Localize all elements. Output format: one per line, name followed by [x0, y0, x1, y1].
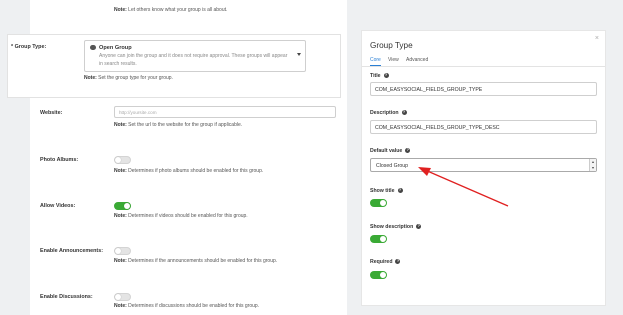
announcements-label: Enable Announcements:: [40, 248, 103, 254]
show-description-toggle[interactable]: [370, 235, 387, 243]
discussions-note: Note: Determines if discussions should b…: [114, 303, 260, 309]
help-icon[interactable]: ?: [397, 188, 403, 193]
help-icon[interactable]: ?: [395, 259, 401, 264]
globe-icon: [90, 44, 96, 50]
title-field-label: Title?: [370, 73, 389, 79]
required-toggle[interactable]: [370, 271, 387, 279]
field-settings-panel: × Group Type Core View Advanced Title? C…: [361, 30, 606, 306]
toggle-knob: [380, 200, 386, 206]
panel-title: Group Type: [370, 41, 413, 50]
allow-videos-label: Allow Videos:: [40, 203, 76, 209]
toggle-knob: [115, 294, 121, 300]
group-type-select[interactable]: Open Group Anyone can join the group and…: [84, 40, 306, 72]
website-input[interactable]: http://yoursite.com: [114, 106, 336, 118]
toggle-knob: [380, 272, 386, 278]
website-note: Note: Set the url to the website for the…: [114, 122, 243, 128]
help-icon[interactable]: ?: [383, 73, 389, 78]
toggle-knob: [124, 203, 130, 209]
help-icon[interactable]: ?: [405, 148, 411, 153]
discussions-label: Enable Discussions:: [40, 294, 93, 300]
show-description-label: Show description?: [370, 224, 422, 230]
description-field-label: Description?: [370, 110, 407, 116]
show-title-toggle[interactable]: [370, 199, 387, 207]
group-type-selected-title: Open Group: [99, 45, 132, 51]
required-label: Required?: [370, 259, 401, 265]
website-label: Website:: [40, 110, 63, 116]
allow-videos-toggle[interactable]: [114, 202, 131, 210]
photo-albums-note: Note: Determines if photo albums should …: [114, 168, 264, 174]
description-note: Note: Let others know what your group is…: [114, 7, 228, 13]
announcements-note: Note: Determines if the announcements sh…: [114, 258, 278, 264]
default-value-label: Default value?: [370, 148, 411, 154]
group-type-label: * Group Type:: [11, 44, 47, 50]
show-title-label: Show title?: [370, 188, 403, 194]
tab-core[interactable]: Core: [370, 57, 381, 66]
default-value-select[interactable]: Closed Group ▴ ▾: [370, 158, 597, 172]
help-icon[interactable]: ?: [401, 110, 407, 115]
close-icon[interactable]: ×: [595, 35, 599, 42]
chevron-down-icon[interactable]: [297, 53, 301, 56]
tab-view[interactable]: View: [388, 57, 399, 63]
chevron-updown-icon[interactable]: ▴ ▾: [589, 159, 596, 171]
page: Note: Let others know what your group is…: [0, 0, 623, 315]
group-type-note: Note: Set the group type for your group.: [84, 75, 173, 81]
panel-tabs: Core View Advanced: [362, 57, 605, 67]
description-input[interactable]: COM_EASYSOCIAL_FIELDS_GROUP_TYPE_DESC: [370, 120, 597, 134]
photo-albums-toggle[interactable]: [114, 156, 131, 164]
group-type-row: * Group Type: Open Group Anyone can join…: [7, 34, 341, 98]
allow-videos-note: Note: Determines if videos should be ena…: [114, 213, 248, 219]
title-input[interactable]: COM_EASYSOCIAL_FIELDS_GROUP_TYPE: [370, 82, 597, 96]
toggle-knob: [115, 248, 121, 254]
tab-advanced[interactable]: Advanced: [406, 57, 428, 63]
group-type-selected-desc: Anyone can join the group and it does no…: [99, 53, 288, 67]
announcements-toggle[interactable]: [114, 247, 131, 255]
help-icon[interactable]: ?: [416, 224, 422, 229]
default-value-text: Closed Group: [376, 163, 409, 169]
toggle-knob: [115, 157, 121, 163]
photo-albums-label: Photo Albums:: [40, 157, 79, 163]
toggle-knob: [380, 236, 386, 242]
discussions-toggle[interactable]: [114, 293, 131, 301]
